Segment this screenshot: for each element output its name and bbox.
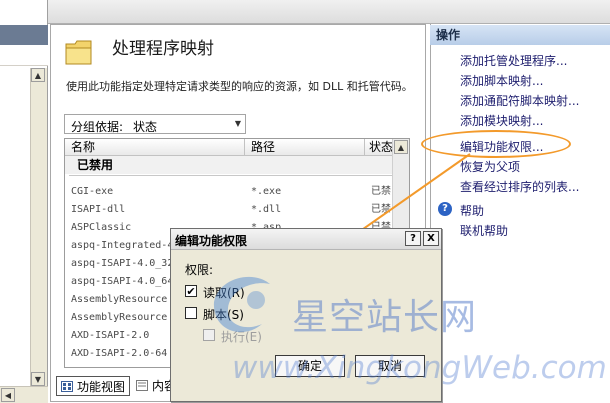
column-header-name[interactable]: 名称: [65, 139, 245, 155]
group-section-disabled[interactable]: 已禁用: [65, 156, 395, 174]
group-by-label: 分组依据:: [71, 120, 124, 134]
dialog-titlebar: 编辑功能权限 ? X: [171, 229, 441, 250]
features-view-icon: [61, 381, 73, 392]
watermark-site-name: 星空站长网: [292, 297, 478, 338]
highlight-ellipse: [421, 130, 571, 158]
connections-horizontal-scrollbar[interactable]: ◀: [0, 386, 48, 403]
action-help[interactable]: 帮助: [460, 202, 484, 219]
content-view-icon: [136, 380, 148, 391]
column-header-state[interactable]: 状态: [365, 139, 395, 155]
group-by-value: 状态: [133, 120, 158, 134]
scroll-down-arrow-icon[interactable]: ▼: [31, 372, 45, 386]
cell-name: AXD-ISAPI-2.0-64: [71, 348, 168, 359]
table-row[interactable]: ISAPI-dll *.dll 已禁: [65, 201, 395, 219]
action-online-help[interactable]: 联机帮助: [460, 222, 508, 239]
connections-toolbar: [0, 45, 48, 66]
cell-name: AXD-ISAPI-2.0: [71, 330, 150, 341]
cell-name: AssemblyResource: [71, 294, 168, 305]
tab-features-view-label: 功能视图: [77, 380, 126, 394]
script-checkbox[interactable]: [185, 307, 197, 319]
cell-name: CGI-exe: [71, 186, 114, 197]
dialog-close-button[interactable]: X: [423, 231, 439, 246]
cell-name: AssemblyResource: [71, 312, 168, 323]
cell-name: aspq-ISAPI-4.0_64: [71, 276, 174, 287]
connections-panel: ▲ ▼ ◀: [0, 0, 48, 403]
grid-header: 名称 路径 状态: [65, 139, 395, 156]
top-toolbar-strip: [0, 0, 610, 24]
feature-description: 使用此功能指定处理特定请求类型的响应的资源，如 DLL 和托管代码。: [66, 80, 413, 93]
cell-state: 已禁: [371, 204, 391, 215]
action-add-module-mapping[interactable]: 添加模块映射...: [460, 112, 543, 129]
tab-features-view[interactable]: 功能视图: [56, 376, 130, 396]
page-title: 处理程序映射: [112, 39, 214, 59]
grid-scroll-up-arrow-icon[interactable]: ▲: [394, 140, 408, 154]
cell-name: aspq-Integrated-4: [71, 240, 174, 251]
folder-icon: [65, 40, 92, 65]
scroll-left-arrow-icon[interactable]: ◀: [1, 388, 15, 402]
cell-path: *.exe: [251, 186, 282, 197]
action-revert-to-parent[interactable]: 恢复为父项: [460, 158, 520, 175]
watermark-logo-icon: [213, 276, 270, 333]
cell-name: ASPClassic: [71, 222, 132, 233]
table-row[interactable]: CGI-exe *.exe 已禁: [65, 183, 395, 201]
group-by-select[interactable]: 分组依据: 状态 ▼: [64, 114, 246, 134]
dropdown-arrow-icon[interactable]: ▼: [231, 115, 245, 133]
action-add-wildcard-script-map[interactable]: 添加通配符脚本映射...: [460, 92, 579, 109]
dialog-title: 编辑功能权限: [175, 234, 248, 248]
connections-vertical-scrollbar[interactable]: ▲ ▼: [30, 68, 47, 394]
connections-header: [0, 25, 48, 45]
cell-name: aspq-ISAPI-4.0_32: [71, 258, 174, 269]
cell-name: ISAPI-dll: [71, 204, 126, 215]
scroll-up-arrow-icon[interactable]: ▲: [31, 68, 45, 82]
action-add-managed-handler[interactable]: 添加托管处理程序...: [460, 52, 567, 69]
cell-path: *.dll: [251, 204, 282, 215]
cell-state: 已禁: [371, 186, 391, 197]
watermark-site-url: www.XingkongWeb.com: [232, 350, 607, 386]
action-view-ordered-list[interactable]: 查看经过排序的列表...: [460, 178, 579, 195]
column-header-path[interactable]: 路径: [245, 139, 365, 155]
read-checkbox[interactable]: ✔: [185, 285, 197, 297]
dialog-help-button[interactable]: ?: [405, 231, 421, 246]
action-add-script-map[interactable]: 添加脚本映射...: [460, 72, 543, 89]
group-separator: [69, 175, 395, 176]
actions-header: 操作: [430, 25, 610, 45]
help-circle-icon: ?: [438, 202, 452, 216]
